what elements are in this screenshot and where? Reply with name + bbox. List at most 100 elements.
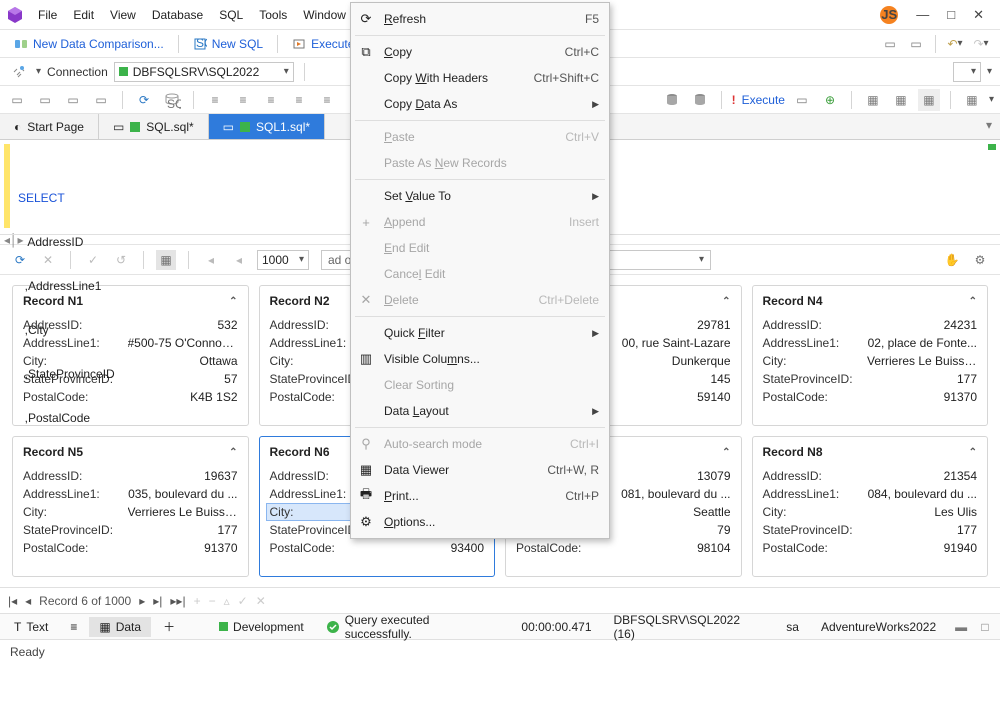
tab-sql[interactable]: ▭ SQL.sql* — [99, 114, 209, 139]
tb-ico-5[interactable]: ≡ — [204, 89, 226, 111]
layout-icon-2[interactable]: □ — [974, 616, 996, 638]
tb-ico-9[interactable]: ≡ — [316, 89, 338, 111]
ctx-set-value-to[interactable]: Set Value To▶ — [351, 183, 609, 209]
tb-ico-12[interactable]: ▦ — [862, 89, 884, 111]
ctx-quick-filter[interactable]: Quick Filter▶ — [351, 320, 609, 346]
record-card[interactable]: Record N8⌃AddressID:21354AddressLine1:08… — [752, 436, 989, 577]
ctx-icon: ⧉ — [357, 44, 375, 60]
ctx-clear-sorting: Clear Sorting — [351, 372, 609, 398]
connection-select[interactable]: DBFSQLSRV\SQL2022 ▾ — [114, 62, 294, 82]
exec-status-segment: Query executed successfully. — [316, 610, 510, 644]
svg-text:SQL: SQL — [196, 37, 207, 50]
tb-ico-11[interactable]: ⊕ — [819, 89, 841, 111]
new-data-comparison-button[interactable]: New Data Comparison... — [8, 34, 170, 54]
card-row-postalcode: PostalCode:91370 — [23, 539, 238, 557]
nav-next[interactable]: ▸ — [139, 594, 145, 608]
nav-last[interactable]: ▸| — [153, 594, 162, 608]
ctx-data-layout[interactable]: Data Layout▶ — [351, 398, 609, 424]
menu-tools[interactable]: Tools — [251, 4, 295, 26]
db-segment: AdventureWorks2022 — [811, 617, 946, 637]
ctx-end-edit: End Edit — [351, 235, 609, 261]
nav-first[interactable]: |◂ — [8, 594, 17, 608]
tb-ico-2[interactable]: ▭ — [34, 89, 56, 111]
tab-start-page[interactable]: ◐ Start Page — [0, 114, 99, 139]
menu-window[interactable]: Window — [295, 4, 354, 26]
nav-del[interactable]: − — [209, 594, 216, 608]
svg-text:SQL: SQL — [167, 97, 181, 109]
menu-sql[interactable]: SQL — [211, 4, 251, 26]
nav-add[interactable]: + — [194, 594, 201, 608]
ctx-copy-data-as[interactable]: Copy Data As▶ — [351, 91, 609, 117]
card-row-addressline1: AddressLine1:084, boulevard du ... — [763, 485, 978, 503]
ctx-copy[interactable]: ⧉CopyCtrl+C — [351, 39, 609, 65]
execute-link[interactable]: Execute — [742, 93, 785, 107]
nav-prev[interactable]: ◂ — [25, 594, 31, 608]
layout-icon-1[interactable]: ▬ — [950, 616, 972, 638]
nav-commit[interactable]: ✓ — [238, 594, 248, 608]
ctx-icon: ▥ — [357, 351, 375, 367]
tb-ico-13[interactable]: ▦ — [890, 89, 912, 111]
ctx-copy-with-headers[interactable]: Copy With HeadersCtrl+Shift+C — [351, 65, 609, 91]
exclaim-icon: ! — [732, 93, 736, 107]
minimize-button[interactable]: — — [916, 7, 929, 22]
ctx-icon: + — [357, 215, 375, 230]
undo-button[interactable]: ↶ ▾ — [944, 33, 966, 55]
menu-edit[interactable]: Edit — [65, 4, 102, 26]
card-row-city: City:Les Ulis — [763, 503, 978, 521]
tab-spacer1[interactable]: ≡ — [60, 617, 87, 637]
user-badge[interactable]: JS — [880, 6, 898, 24]
refresh-icon[interactable]: ⟳ — [133, 89, 155, 111]
status-square-icon — [130, 122, 140, 132]
submenu-arrow: ▶ — [592, 99, 599, 110]
tb-ico-1[interactable]: ▭ — [6, 89, 28, 111]
tb-ico-8[interactable]: ≡ — [288, 89, 310, 111]
nav-fastfwd[interactable]: ▸▸| — [170, 594, 185, 608]
tab-add[interactable]: ＋ — [153, 615, 185, 638]
card-row-postalcode: PostalCode:91940 — [763, 539, 978, 557]
start-icon: ◐ — [14, 120, 21, 134]
ctx-visible-columns-[interactable]: ▥Visible Columns... — [351, 346, 609, 372]
ctx-data-viewer[interactable]: ▦Data ViewerCtrl+W, R — [351, 457, 609, 483]
menu-database[interactable]: Database — [144, 4, 211, 26]
nav-edit[interactable]: ▵ — [224, 594, 230, 608]
submenu-arrow: ▶ — [592, 191, 599, 202]
sql-mode-icon[interactable]: SQL — [161, 89, 183, 111]
ctx-options-[interactable]: ⚙Options... — [351, 509, 609, 535]
tab-sql1[interactable]: ▭ SQL1.sql* — [209, 114, 325, 139]
ctx-refresh[interactable]: ⟳RefreshF5 — [351, 6, 609, 32]
nav-cancel[interactable]: ✕ — [256, 594, 266, 608]
tb-ico-10[interactable]: ▭ — [791, 89, 813, 111]
db-icon-1[interactable] — [661, 89, 683, 111]
toolbar-icon-1[interactable]: ▭ — [879, 33, 901, 55]
db-icon-2[interactable] — [689, 89, 711, 111]
redo-button[interactable]: ↷ ▾ — [970, 33, 992, 55]
bottom-tabs: TText ≡ ▦Data ＋ Development Query execut… — [0, 613, 1000, 639]
menu-file[interactable]: File — [30, 4, 65, 26]
tab-data[interactable]: ▦Data — [89, 617, 151, 637]
connection-label: Connection — [47, 65, 108, 79]
menu-view[interactable]: View — [102, 4, 144, 26]
ctx-icon: ⚲ — [357, 436, 375, 452]
tb-ico-14[interactable]: ▦ — [918, 89, 940, 111]
toolbar-icon-2[interactable]: ▭ — [905, 33, 927, 55]
maximize-button[interactable]: □ — [947, 7, 955, 22]
tb-ico-15[interactable]: ▦ — [961, 89, 983, 111]
tab-text[interactable]: TText — [4, 617, 58, 637]
tb-ico-4[interactable]: ▭ — [90, 89, 112, 111]
text-icon: T — [14, 620, 21, 634]
ctx-append: +AppendInsert — [351, 209, 609, 235]
ctx-print-[interactable]: 🖶Print...Ctrl+P — [351, 483, 609, 509]
exec-time-segment: 00:00:00.471 — [511, 617, 601, 637]
env-segment: Development — [209, 617, 314, 637]
tb-ico-7[interactable]: ≡ — [260, 89, 282, 111]
tb-ico-6[interactable]: ≡ — [232, 89, 254, 111]
database-select[interactable]: ▾ — [953, 62, 981, 82]
close-button[interactable]: ✕ — [973, 7, 984, 23]
new-sql-button[interactable]: SQL New SQL — [187, 34, 269, 54]
tb-ico-3[interactable]: ▭ — [62, 89, 84, 111]
tabs-overflow[interactable]: ▾ — [978, 114, 1000, 136]
app-icon — [6, 6, 24, 24]
menubar: FileEditViewDatabaseSQLToolsWindowHe — [30, 4, 385, 26]
record-card[interactable]: Record N5⌃AddressID:19637AddressLine1:03… — [12, 436, 249, 577]
context-menu: ⟳RefreshF5 ⧉CopyCtrl+CCopy With HeadersCt… — [350, 2, 610, 539]
